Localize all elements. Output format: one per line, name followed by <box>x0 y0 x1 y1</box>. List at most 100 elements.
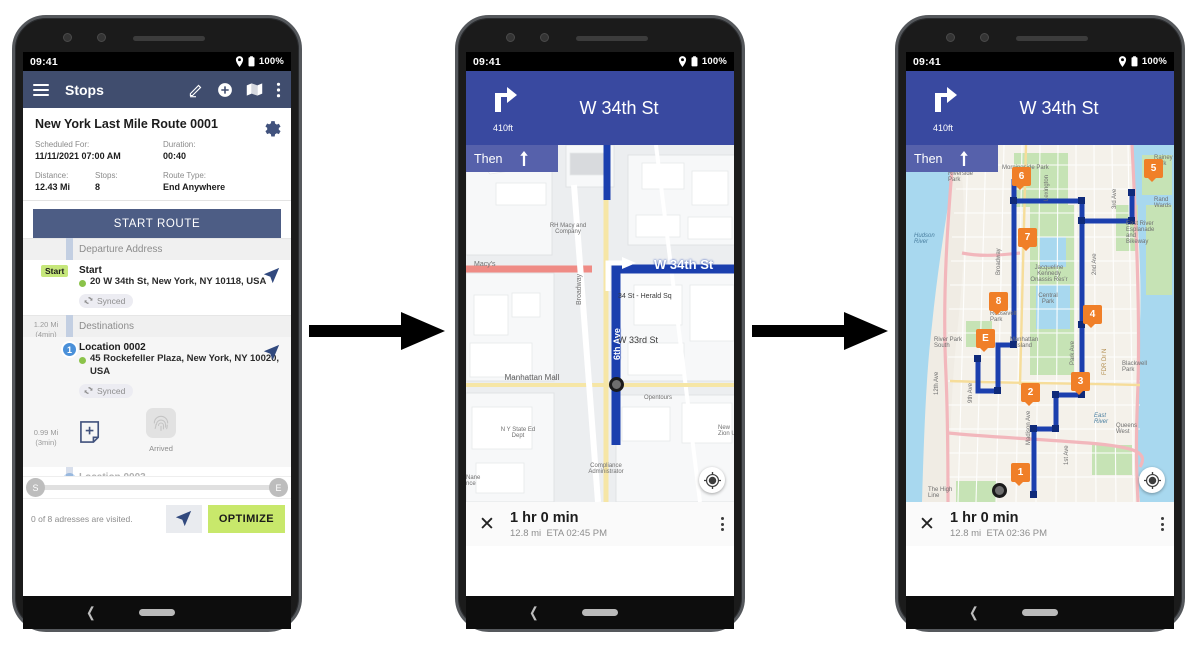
fingerprint-icon <box>146 408 176 439</box>
recenter-location-icon[interactable] <box>1139 467 1165 493</box>
earpiece-speaker <box>1016 36 1088 41</box>
front-sensor-icon <box>540 33 549 42</box>
then-maneuver-bar: Then <box>466 145 558 172</box>
stops-list[interactable]: Departure Address Start Start 20 W 34th … <box>23 238 291 476</box>
map-label: Hudson River <box>914 233 935 245</box>
eta-bar: ✕ 1 hr 0 min 12.8 mi ETA 02:45 PM <box>466 502 734 546</box>
map-label: Broadway <box>576 273 583 305</box>
map-label: East River Esplanade and Bikeway <box>1126 221 1155 245</box>
front-sensor-icon <box>97 33 106 42</box>
close-x-icon[interactable]: ✕ <box>916 513 938 536</box>
plus-circle-icon[interactable] <box>217 82 233 98</box>
stop-name: Location 0002 <box>79 342 146 354</box>
start-route-button[interactable]: START ROUTE <box>33 209 281 238</box>
back-icon[interactable]: ❮ <box>529 604 538 621</box>
status-badge: Synced <box>79 293 134 308</box>
app-bar: Stops <box>23 71 291 108</box>
hamburger-menu-icon[interactable] <box>33 83 49 96</box>
status-bar: 09:41 100% <box>906 52 1174 71</box>
android-nav-bar: ❮ <box>906 596 1174 629</box>
stop-number-badge: 1 <box>61 341 78 359</box>
map-label: Manhattan Mall <box>504 373 560 382</box>
slider-track[interactable] <box>41 485 273 490</box>
straight-arrow-up-icon <box>959 151 968 166</box>
overflow-menu-icon[interactable] <box>276 82 281 98</box>
stops-label: Stops: <box>95 171 118 180</box>
list-item[interactable]: Location 0003 <box>23 467 291 476</box>
route-marker[interactable]: 6 <box>1012 167 1031 190</box>
route-marker[interactable]: 2 <box>1021 383 1040 406</box>
navigate-arrow-icon[interactable] <box>263 344 280 366</box>
battery-percent: 100% <box>1141 56 1167 67</box>
stop-dot-icon <box>79 357 86 365</box>
route-range-slider[interactable]: S E <box>23 476 291 498</box>
route-marker[interactable]: 3 <box>1071 372 1090 395</box>
navigate-arrow-icon[interactable] <box>263 267 280 289</box>
map-label: Central Park <box>1038 293 1058 305</box>
route-marker[interactable]: 5 <box>1144 159 1163 182</box>
overflow-menu-icon[interactable] <box>1161 517 1164 531</box>
eta-duration: 1 hr 0 min <box>950 509 1019 526</box>
status-badge: Synced <box>79 383 134 398</box>
slider-end-handle[interactable]: E <box>269 478 288 497</box>
route-marker[interactable]: 1 <box>1011 463 1030 486</box>
gear-icon[interactable] <box>263 120 281 143</box>
map-label: 12th Ave <box>934 371 940 395</box>
map-label: Queens West <box>1116 423 1138 435</box>
then-maneuver-bar: Then <box>906 145 998 172</box>
right-arrow-icon <box>752 312 888 350</box>
navigate-arrow-icon[interactable] <box>165 504 202 533</box>
map-label: Opentours <box>644 395 673 401</box>
start-badge: Start <box>41 265 69 277</box>
route-marker[interactable]: 7 <box>1018 228 1037 251</box>
current-location-marker <box>609 377 624 392</box>
home-pill-icon[interactable] <box>139 609 175 616</box>
arrived-button[interactable]: Arrived <box>146 408 176 456</box>
route-marker[interactable]: 4 <box>1083 305 1102 328</box>
section-departure-address: Departure Address <box>23 238 291 260</box>
current-location-marker <box>992 483 1007 498</box>
navigation-map[interactable]: Macy's RH Macy and Company Broadway W 34… <box>466 145 734 502</box>
phone-bezel-top <box>906 24 1174 52</box>
map-label: FDR Dr N <box>1102 348 1108 375</box>
route-marker[interactable]: 8 <box>989 292 1008 315</box>
home-pill-icon[interactable] <box>1022 609 1058 616</box>
then-label: Then <box>474 151 503 166</box>
map-label: Broadway <box>996 248 1002 275</box>
next-street-name: W 34th St <box>1019 97 1099 118</box>
battery-percent: 100% <box>701 56 727 67</box>
eta-duration: 1 hr 0 min <box>510 509 579 526</box>
close-x-icon[interactable]: ✕ <box>476 513 498 536</box>
pencil-edit-icon[interactable] <box>188 82 204 98</box>
map-label: Park Ave <box>1070 341 1076 365</box>
phone-3-screen: 09:41 100% 410ft W 34th St Then Park Riv… <box>906 52 1174 596</box>
map-label: New Zion U <box>718 425 734 437</box>
slider-start-handle[interactable]: S <box>26 478 45 497</box>
back-icon[interactable]: ❮ <box>86 604 95 621</box>
recenter-location-icon[interactable] <box>699 467 725 493</box>
sync-icon <box>84 387 93 395</box>
map-label: Madison Ave <box>1026 410 1032 445</box>
route-overview-map[interactable]: Morningside Park Riverside Park Hudson R… <box>906 145 1174 502</box>
optimize-button[interactable]: OPTIMIZE <box>207 504 285 533</box>
map-label: 9th Ave <box>968 383 974 403</box>
phone-2-screen: 09:41 100% 410ft W 34th St Then Macy's R… <box>466 52 734 596</box>
stops-value: 8 <box>95 182 101 192</box>
then-label: Then <box>914 151 943 166</box>
route-marker-end[interactable]: E <box>976 329 995 352</box>
front-camera-icon <box>506 33 515 42</box>
back-icon[interactable]: ❮ <box>969 604 978 621</box>
straight-arrow-up-icon <box>519 151 528 166</box>
map-label: Riverside Park <box>948 171 974 183</box>
overflow-menu-icon[interactable] <box>721 517 724 531</box>
location-pin-icon <box>235 56 243 67</box>
stop-name: Start <box>79 265 102 276</box>
map-label: Lexington <box>1044 174 1050 201</box>
map-label: N Y State Ed Dept <box>500 427 536 439</box>
map-label: RH Macy and Company <box>549 223 587 235</box>
add-note-icon[interactable] <box>79 420 104 445</box>
route-type-label: Route Type: <box>163 171 206 180</box>
map-icon[interactable] <box>246 82 263 97</box>
list-item[interactable]: Start Start 20 W 34th St, New York, NY 1… <box>23 260 291 316</box>
home-pill-icon[interactable] <box>582 609 618 616</box>
